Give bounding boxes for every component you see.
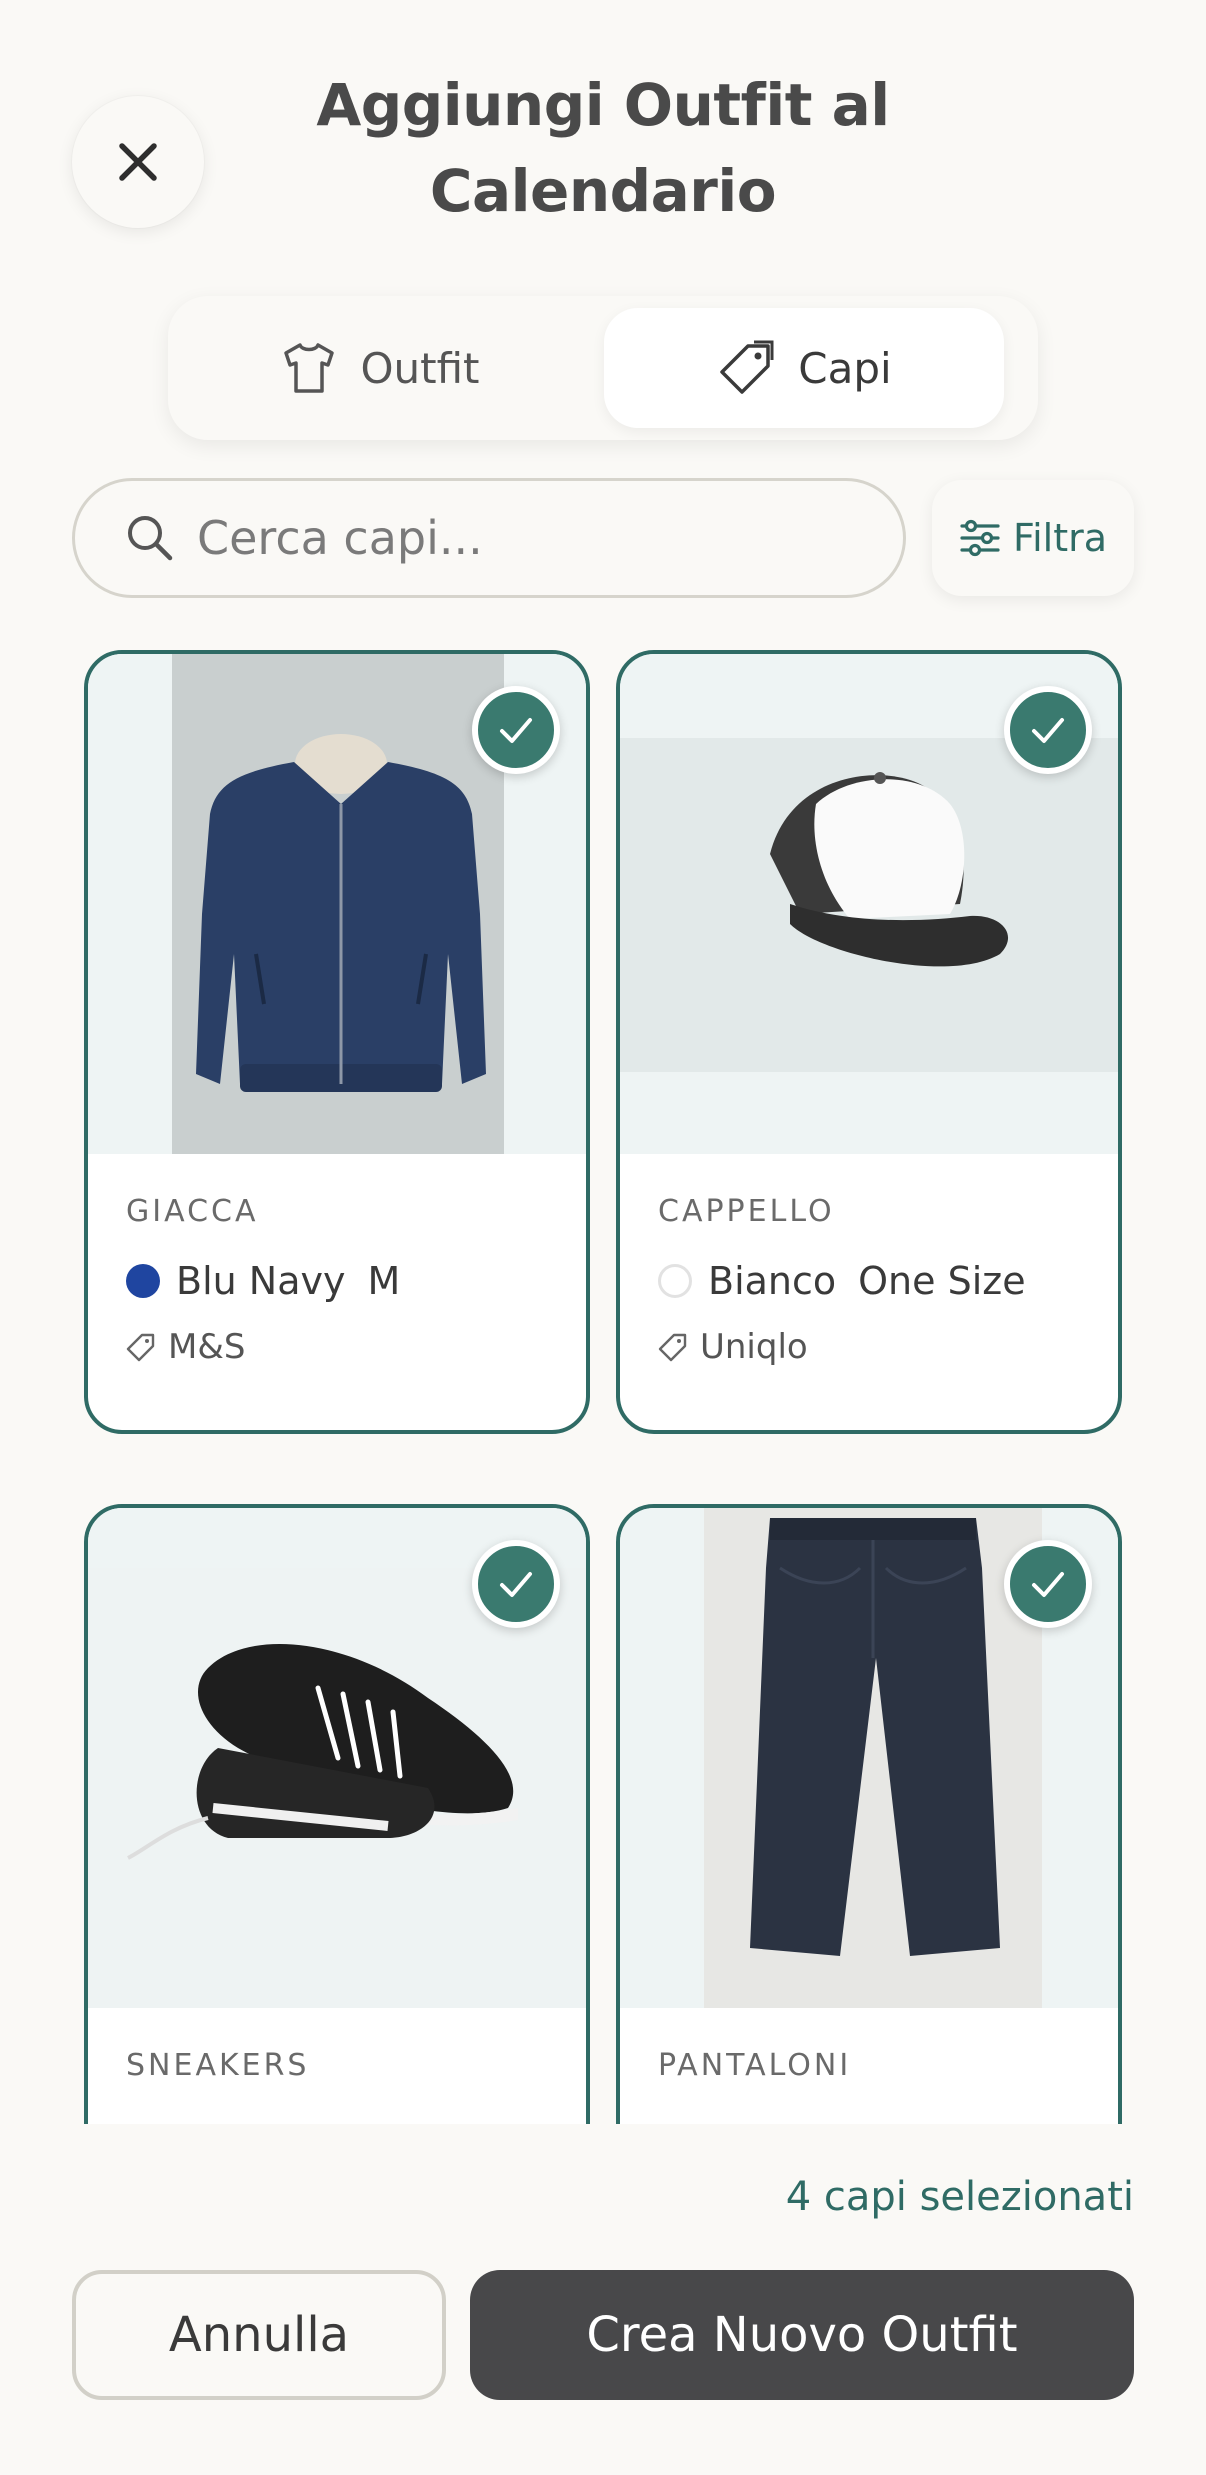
check-icon bbox=[1032, 718, 1064, 743]
item-category: CAPPELLO bbox=[658, 1194, 835, 1229]
cancel-button[interactable]: Annulla bbox=[72, 2270, 446, 2400]
view-segmented-control: Outfit Capi bbox=[168, 296, 1038, 440]
tag-icon bbox=[126, 1333, 155, 1362]
tab-capi-label: Capi bbox=[798, 343, 892, 393]
selected-count: 4 capi selezionati bbox=[785, 2174, 1134, 2220]
item-image bbox=[620, 1508, 1118, 2008]
page-title-line1: Aggiungi Outfit al bbox=[316, 71, 890, 139]
search-icon bbox=[128, 516, 173, 561]
item-image bbox=[620, 654, 1118, 1154]
tag-icon bbox=[720, 340, 774, 394]
item-color: Blu Navy bbox=[176, 1259, 346, 1303]
color-swatch bbox=[126, 1264, 160, 1298]
close-button[interactable] bbox=[72, 96, 204, 228]
close-icon bbox=[119, 143, 157, 181]
color-swatch bbox=[658, 1264, 692, 1298]
item-card-cappello[interactable]: CAPPELLO Bianco One Size Uniqlo bbox=[616, 650, 1122, 1434]
create-outfit-button[interactable]: Crea Nuovo Outfit bbox=[470, 2270, 1134, 2400]
selected-check[interactable] bbox=[472, 1540, 560, 1628]
selected-check[interactable] bbox=[1004, 686, 1092, 774]
page-title: Aggiungi Outfit al Calendario bbox=[260, 62, 946, 234]
item-category: SNEAKERS bbox=[126, 2048, 310, 2083]
selected-check[interactable] bbox=[472, 686, 560, 774]
item-brand: M&S bbox=[168, 1327, 246, 1367]
selected-check[interactable] bbox=[1004, 1540, 1092, 1628]
search-input[interactable]: Cerca capi... bbox=[72, 478, 906, 598]
item-brand: Uniqlo bbox=[700, 1327, 808, 1367]
item-card-giacca[interactable]: GIACCA Blu Navy M M&S bbox=[84, 650, 590, 1434]
shirt-icon bbox=[284, 343, 335, 393]
tab-outfit-label: Outfit bbox=[360, 343, 480, 393]
page-title-line2: Calendario bbox=[429, 157, 777, 225]
tab-outfit[interactable]: Outfit bbox=[180, 308, 580, 428]
search-placeholder: Cerca capi... bbox=[197, 511, 483, 565]
tab-capi[interactable]: Capi bbox=[604, 308, 1004, 428]
check-icon bbox=[500, 1572, 532, 1597]
items-grid: GIACCA Blu Navy M M&S CAPPELLO Bianco On… bbox=[0, 640, 1206, 2124]
item-size: M bbox=[367, 1259, 401, 1303]
item-image bbox=[88, 1508, 586, 2008]
check-icon bbox=[500, 718, 532, 743]
item-color: Bianco bbox=[708, 1259, 837, 1303]
item-card-sneakers[interactable]: SNEAKERS bbox=[84, 1504, 590, 2124]
tag-icon bbox=[658, 1333, 687, 1362]
item-size: One Size bbox=[858, 1259, 1026, 1303]
filter-button[interactable]: Filtra bbox=[932, 480, 1134, 596]
item-category: GIACCA bbox=[126, 1194, 259, 1229]
sliders-icon bbox=[960, 519, 1000, 557]
check-icon bbox=[1032, 1572, 1064, 1597]
item-category: PANTALONI bbox=[658, 2048, 852, 2083]
filter-label: Filtra bbox=[1012, 516, 1108, 560]
item-card-pantaloni[interactable]: PANTALONI bbox=[616, 1504, 1122, 2124]
item-image bbox=[88, 654, 586, 1154]
